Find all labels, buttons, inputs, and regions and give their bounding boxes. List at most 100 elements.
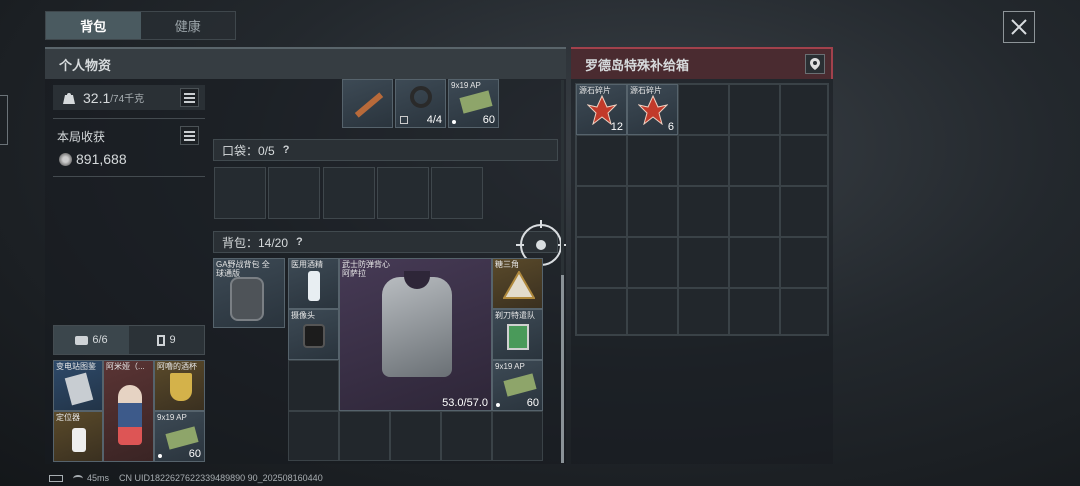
item-count: 6 — [667, 121, 674, 133]
coin-icon — [59, 152, 72, 166]
backpack-item[interactable]: 9x19 AP 60 — [492, 360, 543, 411]
tracker-icon — [72, 428, 86, 452]
backpack-item[interactable]: 武士防弹背心 阿萨拉 53.0/57.0 — [339, 258, 492, 411]
quick-item[interactable]: 定位器 — [53, 411, 103, 462]
pocket-slot[interactable] — [377, 167, 429, 219]
backpack-icon — [230, 277, 264, 321]
wifi-icon — [73, 474, 83, 482]
ammo-box-icon — [165, 426, 199, 450]
document-icon — [64, 372, 94, 406]
backpack-item[interactable]: 医用酒精 — [288, 258, 339, 309]
backpack-item[interactable]: 剃刀特遣队 — [492, 309, 543, 360]
earnings-label: 本局收获 — [57, 130, 106, 144]
crate-item[interactable]: 源石碎片 6 — [627, 84, 678, 135]
item-count: 4/4 — [426, 114, 442, 126]
crate-grid: 源石碎片 12 源石碎片 6 — [575, 83, 829, 336]
item-count: 60 — [526, 397, 539, 409]
quick-item[interactable]: 阿米娅（... — [103, 360, 154, 462]
item-name: 阿噜的酒杯 — [157, 362, 197, 371]
patch-icon — [507, 324, 529, 350]
item-name: 9x19 AP — [157, 413, 187, 422]
supply-crate-header: 罗德岛特殊补给箱 — [571, 47, 833, 79]
item-name: 医用酒精 — [291, 260, 323, 269]
armor-plate-icon — [410, 86, 432, 108]
earnings-value: 891,688 — [76, 151, 127, 167]
divider — [53, 176, 205, 177]
pocket-slot[interactable] — [214, 167, 266, 219]
location-pin-icon — [810, 58, 820, 70]
item-name: GA野战背包 全球通版 — [216, 260, 270, 278]
quick-items-grid: 变电站图鉴 阿米娅（... 阿噜的酒杯 定位器 9x19 AP 60 — [53, 360, 205, 462]
side-handle[interactable] — [0, 95, 8, 145]
help-icon[interactable]: ? — [296, 236, 303, 248]
status-bar: 45ms CN UID1822627622339489890 90_202508… — [49, 473, 323, 483]
quick-item[interactable]: 变电站图鉴 — [53, 360, 103, 411]
originium-shard-icon — [638, 95, 668, 125]
quick-item[interactable]: 阿噜的酒杯 — [154, 360, 205, 411]
weight-max: /74千克 — [110, 94, 145, 105]
quick-slot-tabs: 6/6 9 — [53, 325, 205, 355]
close-button[interactable] — [1003, 11, 1035, 43]
cup-icon — [170, 373, 192, 401]
broken-icon — [400, 116, 408, 124]
backpack-label: 背包：14/20 — [222, 235, 289, 250]
ammo-box-icon — [459, 90, 493, 114]
tab-backpack[interactable]: 背包 — [46, 12, 141, 39]
backpack-item[interactable]: 糖三角 — [492, 258, 543, 309]
cases-count: 9 — [169, 334, 176, 346]
pockets-label: 口袋：0/5 — [222, 143, 275, 158]
armor-vest-icon — [372, 267, 462, 387]
scrollbar-thumb[interactable] — [561, 275, 564, 463]
item-name: 源石碎片 — [579, 86, 611, 95]
item-name: 变电站图鉴 — [56, 362, 96, 371]
weight-row: 32.1 /74千克 — [53, 85, 205, 110]
item-name: 阿米娅（... — [106, 362, 145, 371]
item-count: 60 — [482, 114, 495, 126]
battery-icon — [49, 474, 63, 482]
item-name: 源石碎片 — [630, 86, 662, 95]
weight-icon — [63, 92, 75, 104]
pockets-bar: 口袋：0/5 ? — [213, 139, 558, 161]
case-icon — [157, 334, 166, 346]
panel-title: 个人物资 — [59, 57, 112, 73]
pocket-slot[interactable] — [268, 167, 320, 219]
triangle-icon — [503, 271, 535, 299]
equipment-item[interactable]: 4/4 — [395, 79, 446, 128]
location-pin-button[interactable] — [805, 54, 825, 74]
pocket-slot[interactable] — [431, 167, 483, 219]
item-name: 9x19 AP — [495, 362, 525, 371]
backpack-item[interactable]: 摄像头 — [288, 309, 339, 360]
ping-value: 45ms — [87, 473, 110, 483]
knife-icon — [354, 92, 384, 118]
equipped-backpack[interactable]: GA野战背包 全球通版 — [213, 258, 285, 328]
tab-quick-items[interactable]: 6/6 — [54, 326, 129, 354]
close-icon — [1011, 19, 1027, 35]
personal-supplies-header: 个人物资 — [45, 47, 566, 79]
weight-value: 32.1 — [83, 89, 111, 106]
alcohol-bottle-icon — [308, 271, 320, 301]
figurine-icon — [118, 385, 142, 445]
crate-item[interactable]: 源石碎片 12 — [576, 84, 627, 135]
ammo-box-icon — [503, 373, 537, 397]
quick-item[interactable]: 9x19 AP 60 — [154, 411, 205, 462]
equipment-item[interactable]: 9x19 AP 60 — [448, 79, 499, 128]
equipment-item[interactable] — [342, 79, 393, 128]
tab-health[interactable]: 健康 — [141, 12, 236, 39]
quick-items-count: 6/6 — [92, 334, 108, 346]
crate-title: 罗德岛特殊补给箱 — [585, 57, 690, 73]
divider — [53, 118, 205, 119]
top-tabs: 背包 健康 — [45, 11, 236, 40]
weight-list-button[interactable] — [180, 88, 199, 107]
item-count: 12 — [610, 121, 623, 133]
item-name: 定位器 — [56, 413, 80, 422]
camera-icon — [303, 324, 325, 348]
item-name: 摄像头 — [291, 311, 315, 320]
help-icon[interactable]: ? — [283, 144, 290, 156]
toolbox-icon — [75, 335, 89, 345]
earnings-list-button[interactable] — [180, 126, 199, 145]
top-items-row: 4/4 9x19 AP 60 — [342, 79, 502, 128]
uid-text: CN UID1822627622339489890 90_20250816044… — [119, 473, 323, 483]
scrollbar[interactable] — [561, 80, 564, 463]
pocket-slot[interactable] — [323, 167, 375, 219]
tab-cases[interactable]: 9 — [129, 326, 204, 354]
